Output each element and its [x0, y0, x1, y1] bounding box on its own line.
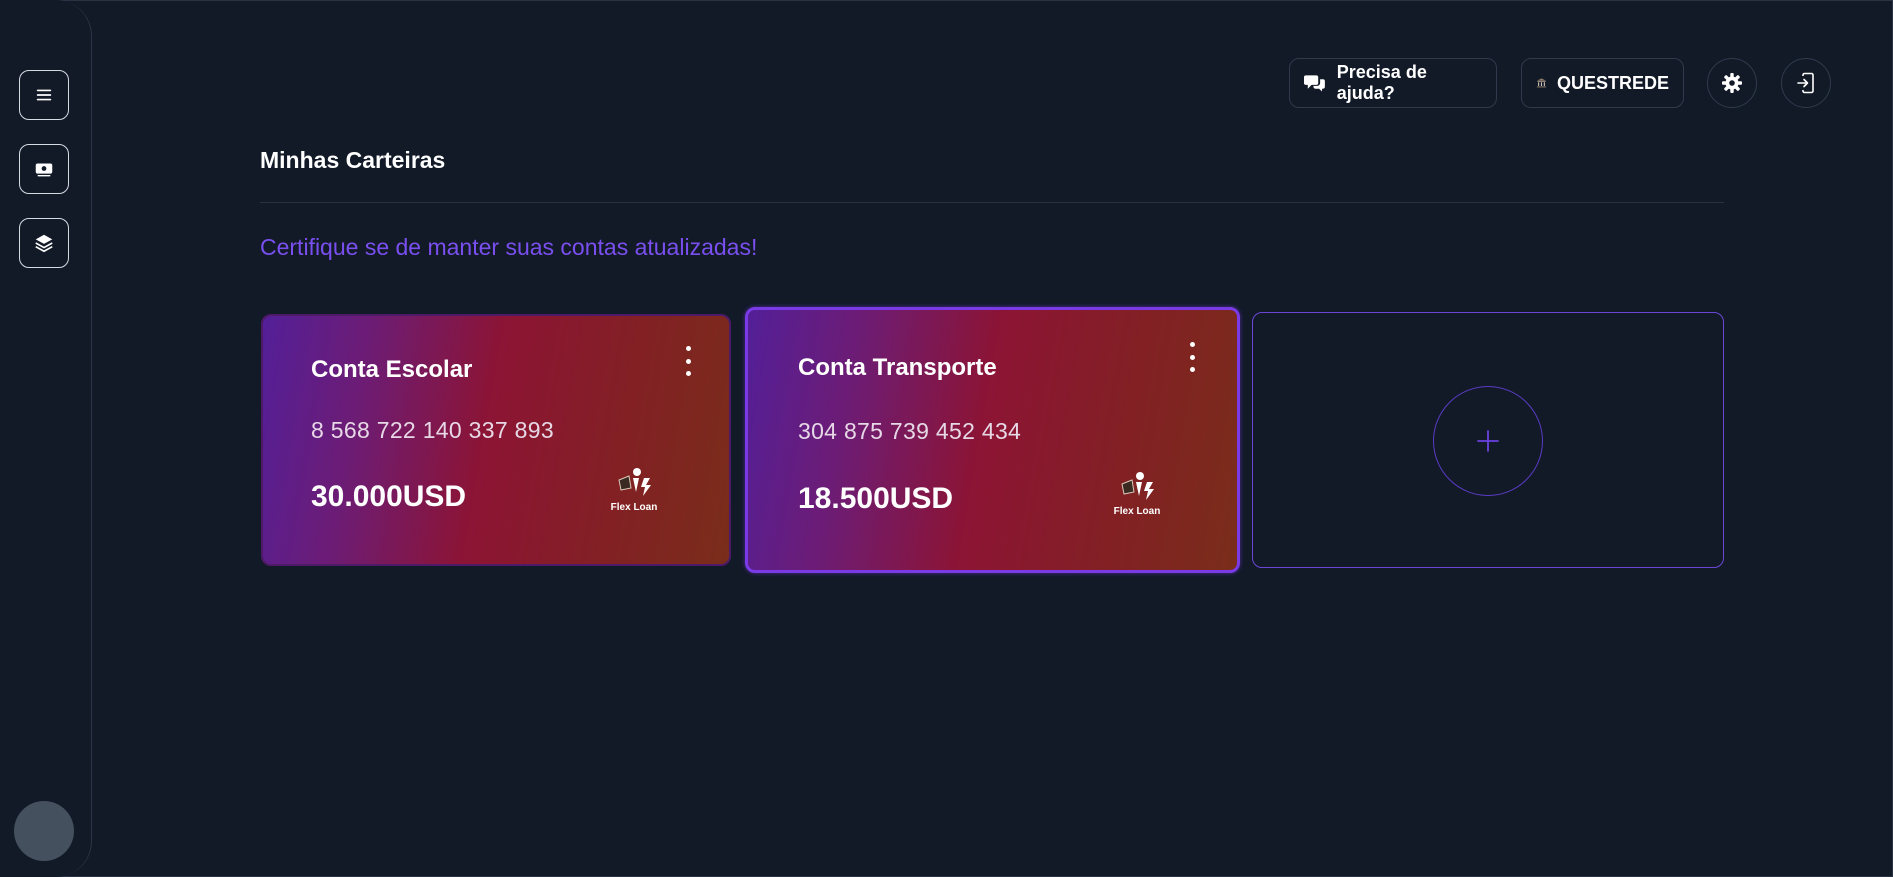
gear-icon — [1722, 73, 1742, 93]
logout-button[interactable] — [1781, 58, 1831, 108]
logo-text: Flex Loan — [1113, 506, 1161, 517]
logo-text: Flex Loan — [610, 502, 658, 513]
wallet-card[interactable]: Conta Escolar 8 568 722 140 337 893 30.0… — [261, 314, 731, 566]
sidebar-wallet-button[interactable] — [19, 144, 69, 194]
layers-icon — [35, 234, 53, 253]
flex-loan-logo: Flex Loan — [1106, 470, 1168, 532]
logout-icon — [1797, 72, 1814, 94]
chat-icon — [1304, 75, 1325, 92]
flex-loan-logo: Flex Loan — [603, 466, 665, 528]
kebab-menu-icon[interactable] — [678, 346, 698, 376]
card-number: 8 568 722 140 337 893 — [311, 417, 554, 443]
help-button-label: Precisa de ajuda? — [1336, 62, 1427, 103]
wallet-icon — [35, 163, 53, 177]
page-subtitle: Certifique se de manter suas contas atua… — [260, 234, 758, 260]
add-wallet-button[interactable] — [1433, 386, 1543, 496]
sidebar — [0, 0, 92, 877]
bank-button[interactable]: QUESTREDE — [1521, 58, 1684, 108]
card-amount: 18.500USD — [798, 482, 954, 515]
plus-icon — [1477, 430, 1499, 452]
card-number: 304 875 739 452 434 — [798, 418, 1022, 444]
sidebar-layers-button[interactable] — [19, 218, 69, 268]
card-amount: 30.000USD — [311, 480, 467, 513]
settings-button[interactable] — [1707, 58, 1757, 108]
avatar[interactable] — [14, 801, 74, 861]
add-wallet-card[interactable] — [1252, 312, 1724, 568]
help-button[interactable]: Precisa de ajuda? — [1289, 58, 1497, 108]
wallet-card-selected[interactable]: Conta Transporte 304 875 739 452 434 18.… — [745, 307, 1240, 573]
card-name: Conta Escolar — [311, 356, 473, 383]
card-name: Conta Transporte — [798, 354, 997, 381]
divider — [260, 202, 1724, 203]
sidebar-menu-button[interactable] — [19, 70, 69, 120]
menu-icon — [36, 89, 52, 101]
kebab-menu-icon[interactable] — [1182, 342, 1202, 372]
page-title: Minhas Carteiras — [260, 147, 446, 173]
bank-button-label: QUESTREDE — [1556, 72, 1669, 93]
bank-icon — [1536, 78, 1547, 88]
